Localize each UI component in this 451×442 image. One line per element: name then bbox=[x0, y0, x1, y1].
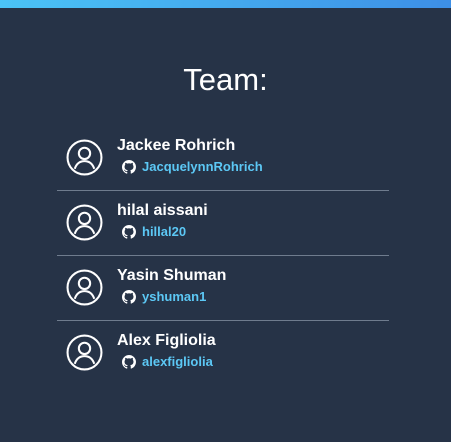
github-icon bbox=[122, 290, 136, 304]
user-circle-icon bbox=[66, 269, 103, 306]
github-icon bbox=[122, 225, 136, 239]
github-handle: JacquelynnRohrich bbox=[142, 159, 263, 174]
page-title: Team: bbox=[183, 62, 268, 97]
github-handle: alexfigliolia bbox=[142, 354, 213, 369]
github-handle: hillal20 bbox=[142, 224, 187, 239]
team-member: Yasin Shuman yshuman1 bbox=[57, 256, 389, 321]
github-handle: yshuman1 bbox=[142, 289, 207, 304]
user-circle-icon bbox=[66, 139, 103, 176]
member-name: Alex Figliolia bbox=[117, 332, 216, 349]
team-member: Alex Figliolia alexfigliolia bbox=[57, 321, 389, 385]
user-circle-icon bbox=[66, 204, 103, 241]
team-list: Jackee Rohrich JacquelynnRohrich hilal a… bbox=[57, 126, 389, 385]
github-icon bbox=[122, 355, 136, 369]
github-link[interactable]: yshuman1 bbox=[122, 289, 206, 305]
top-accent-bar bbox=[0, 0, 451, 8]
team-member: Jackee Rohrich JacquelynnRohrich bbox=[57, 126, 389, 191]
member-name: Jackee Rohrich bbox=[117, 137, 236, 154]
github-link[interactable]: alexfigliolia bbox=[122, 354, 213, 370]
github-icon bbox=[122, 160, 136, 174]
team-member: hilal aissani hillal20 bbox=[57, 191, 389, 256]
user-circle-icon bbox=[66, 334, 103, 371]
github-link[interactable]: hillal20 bbox=[122, 224, 186, 240]
github-link[interactable]: JacquelynnRohrich bbox=[122, 159, 263, 175]
member-name: hilal aissani bbox=[117, 202, 208, 219]
member-name: Yasin Shuman bbox=[117, 267, 227, 284]
